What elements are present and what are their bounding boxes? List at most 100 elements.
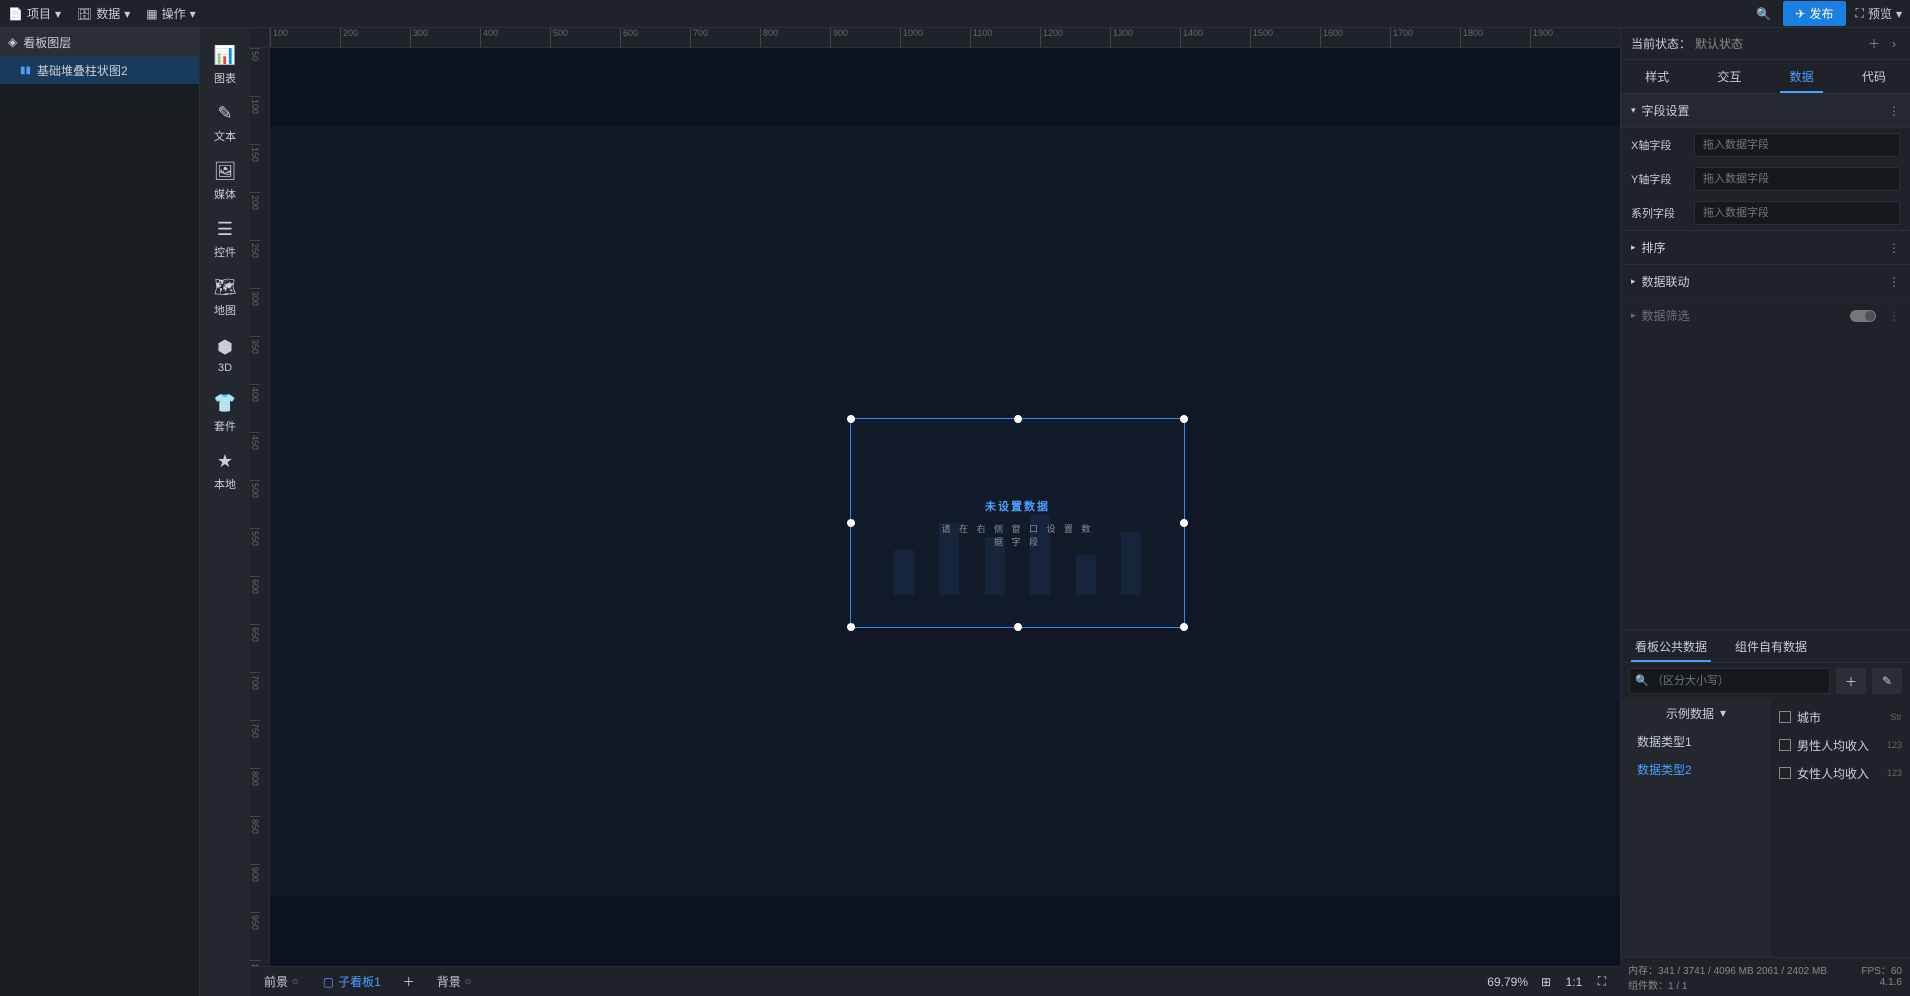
y-field-input[interactable]	[1694, 167, 1900, 191]
data-source-dropdown[interactable]: 示例数据 ▾	[1621, 699, 1771, 727]
control-icon: ☰	[217, 219, 233, 240]
tool-media[interactable]: 🖼 媒体	[200, 152, 250, 210]
data-menu[interactable]: 🗄 数据 ▾	[77, 5, 130, 22]
resize-handle-tl[interactable]	[847, 415, 855, 423]
search-icon: 🔍	[1635, 674, 1649, 687]
fullscreen-button[interactable]: ⛶	[1592, 974, 1612, 989]
empty-state-title: 未设置数据	[934, 498, 1101, 514]
field-name: 城市	[1797, 709, 1821, 726]
media-icon: 🖼	[214, 161, 237, 182]
ruler-horizontal: 1002003004005006007008009001000110012001…	[270, 28, 1620, 48]
tab-interact[interactable]: 交互	[1693, 60, 1765, 93]
send-icon: ✈	[1795, 7, 1805, 21]
more-icon[interactable]: ⋮	[1888, 241, 1900, 255]
ops-menu[interactable]: ▦ 操作 ▾	[146, 5, 195, 22]
selected-component[interactable]: 未设置数据 请 在 右 侧 窗 口 设 置 数 据 字 段	[850, 418, 1185, 628]
more-icon[interactable]: ⋮	[1888, 275, 1900, 289]
field-label: 系列字段	[1631, 205, 1686, 221]
actual-size-button[interactable]: 1:1	[1564, 975, 1584, 989]
filter-toggle[interactable]	[1850, 310, 1876, 322]
resize-handle-br[interactable]	[1180, 623, 1188, 631]
tool-text[interactable]: ✎ 文本	[200, 94, 250, 152]
data-field-item[interactable]: 男性人均收入 123	[1779, 731, 1902, 759]
edit-data-button[interactable]: ✎	[1872, 668, 1902, 694]
field-settings-header[interactable]: ▾ 字段设置 ⋮	[1621, 94, 1910, 128]
field-label: X轴字段	[1631, 137, 1686, 153]
tool-map[interactable]: 🗺 地图	[200, 268, 250, 326]
resize-handle-tr[interactable]	[1180, 415, 1188, 423]
canvas-area[interactable]: 1002003004005006007008009001000110012001…	[250, 28, 1620, 996]
resize-handle-tm[interactable]	[1014, 415, 1022, 423]
section-title: 字段设置	[1642, 102, 1690, 119]
x-field-input[interactable]	[1694, 133, 1900, 157]
y-field-row: Y轴字段	[1621, 162, 1910, 196]
tab-foreground[interactable]: 前景 ⊙	[258, 973, 305, 990]
publish-button[interactable]: ✈ 发布	[1783, 1, 1845, 26]
database-icon: 🗄	[77, 7, 92, 21]
layer-item[interactable]: ▮▮ 基础堆叠柱状图2	[0, 56, 199, 84]
pin-icon: ⊙	[465, 977, 472, 986]
data-source-item[interactable]: 数据类型1	[1621, 727, 1771, 755]
fit-button[interactable]: ⊞	[1536, 975, 1556, 989]
data-field-item[interactable]: 城市 Str	[1779, 703, 1902, 731]
tool-kit[interactable]: 👕 套件	[200, 384, 250, 442]
data-source-item[interactable]: 数据类型2	[1621, 755, 1771, 783]
project-menu[interactable]: 📄 项目 ▾	[8, 5, 61, 22]
field-type-icon	[1779, 739, 1791, 751]
tab-subboard[interactable]: ▢ 子看板1	[317, 973, 387, 990]
status-bar: 内存：341 / 3741 / 4096 MB 2061 / 2402 MB F…	[1620, 957, 1910, 996]
resize-handle-bl[interactable]	[847, 623, 855, 631]
sort-section[interactable]: ▸ 排序 ⋮	[1621, 230, 1910, 264]
kit-icon: 👕	[214, 393, 236, 414]
series-field-input[interactable]	[1694, 201, 1900, 225]
data-source-list: 示例数据 ▾ 数据类型1 数据类型2	[1621, 699, 1771, 996]
resize-handle-bm[interactable]	[1014, 623, 1022, 631]
resize-handle-mr[interactable]	[1180, 519, 1188, 527]
tab-own-data[interactable]: 组件自有数据	[1721, 630, 1821, 662]
tool-label: 地图	[214, 302, 236, 318]
component-toolbar: 📊 图表 ✎ 文本 🖼 媒体 ☰ 控件 🗺 地图 ⬢ 3D 👕 套件 ★	[200, 28, 250, 996]
more-icon[interactable]: ⋮	[1888, 309, 1900, 323]
tool-label: 3D	[218, 362, 232, 374]
preview-button[interactable]: ⛶ 预览 ▾	[1856, 5, 1902, 22]
fps-status: FPS：60	[1861, 962, 1902, 977]
tab-background[interactable]: 背景 ⊙	[431, 973, 478, 990]
tool-label: 套件	[214, 418, 236, 434]
canvas-bottom-bar: 前景 ⊙ ▢ 子看板1 ＋ 背景 ⊙ 69.79% ⊞ 1:1 ⛶	[250, 966, 1620, 996]
resize-handle-ml[interactable]	[847, 519, 855, 527]
tab-code[interactable]: 代码	[1838, 60, 1910, 93]
ruler-vertical: 5010015020025030035040045050055060065070…	[250, 48, 270, 996]
field-name: 男性人均收入	[1797, 737, 1869, 754]
link-section[interactable]: ▸ 数据联动 ⋮	[1621, 264, 1910, 298]
tool-3d[interactable]: ⬢ 3D	[200, 326, 250, 384]
data-field-item[interactable]: 女性人均收入 123	[1779, 759, 1902, 787]
tab-data[interactable]: 数据	[1766, 60, 1838, 93]
section-title: 数据联动	[1642, 273, 1690, 290]
preview-label: 预览	[1868, 5, 1892, 22]
filter-section[interactable]: ▸ 数据筛选 ⋮	[1621, 298, 1910, 332]
add-tab-button[interactable]: ＋	[399, 973, 419, 990]
memory-status: 内存：341 / 3741 / 4096 MB 2061 / 2402 MB	[1628, 962, 1827, 977]
layers-panel-header: ◈ 看板图层	[0, 28, 199, 56]
search-button[interactable]: 🔍	[1751, 7, 1775, 21]
state-row: 当前状态： 默认状态 ＋ ›	[1621, 28, 1910, 60]
tool-label: 图表	[214, 70, 236, 86]
field-type-icon	[1779, 711, 1791, 723]
add-state-button[interactable]: ＋	[1864, 35, 1884, 52]
tool-label: 控件	[214, 244, 236, 260]
next-state-button[interactable]: ›	[1888, 37, 1900, 51]
ops-label: 操作	[162, 5, 186, 22]
chevron-down-icon: ▾	[1720, 706, 1726, 720]
tool-local[interactable]: ★ 本地	[200, 442, 250, 500]
add-data-button[interactable]: ＋	[1836, 668, 1866, 694]
layers-icon: ◈	[8, 35, 17, 49]
tab-label: 背景	[437, 973, 461, 990]
more-icon[interactable]: ⋮	[1888, 104, 1900, 118]
tab-style[interactable]: 样式	[1621, 60, 1693, 93]
tab-public-data[interactable]: 看板公共数据	[1621, 630, 1721, 662]
canvas-inner[interactable]: 未设置数据 请 在 右 侧 窗 口 设 置 数 据 字 段	[270, 48, 1620, 996]
data-search-input[interactable]	[1629, 668, 1830, 694]
tool-chart[interactable]: 📊 图表	[200, 36, 250, 94]
tool-control[interactable]: ☰ 控件	[200, 210, 250, 268]
chevron-right-icon: ▸	[1631, 310, 1636, 321]
